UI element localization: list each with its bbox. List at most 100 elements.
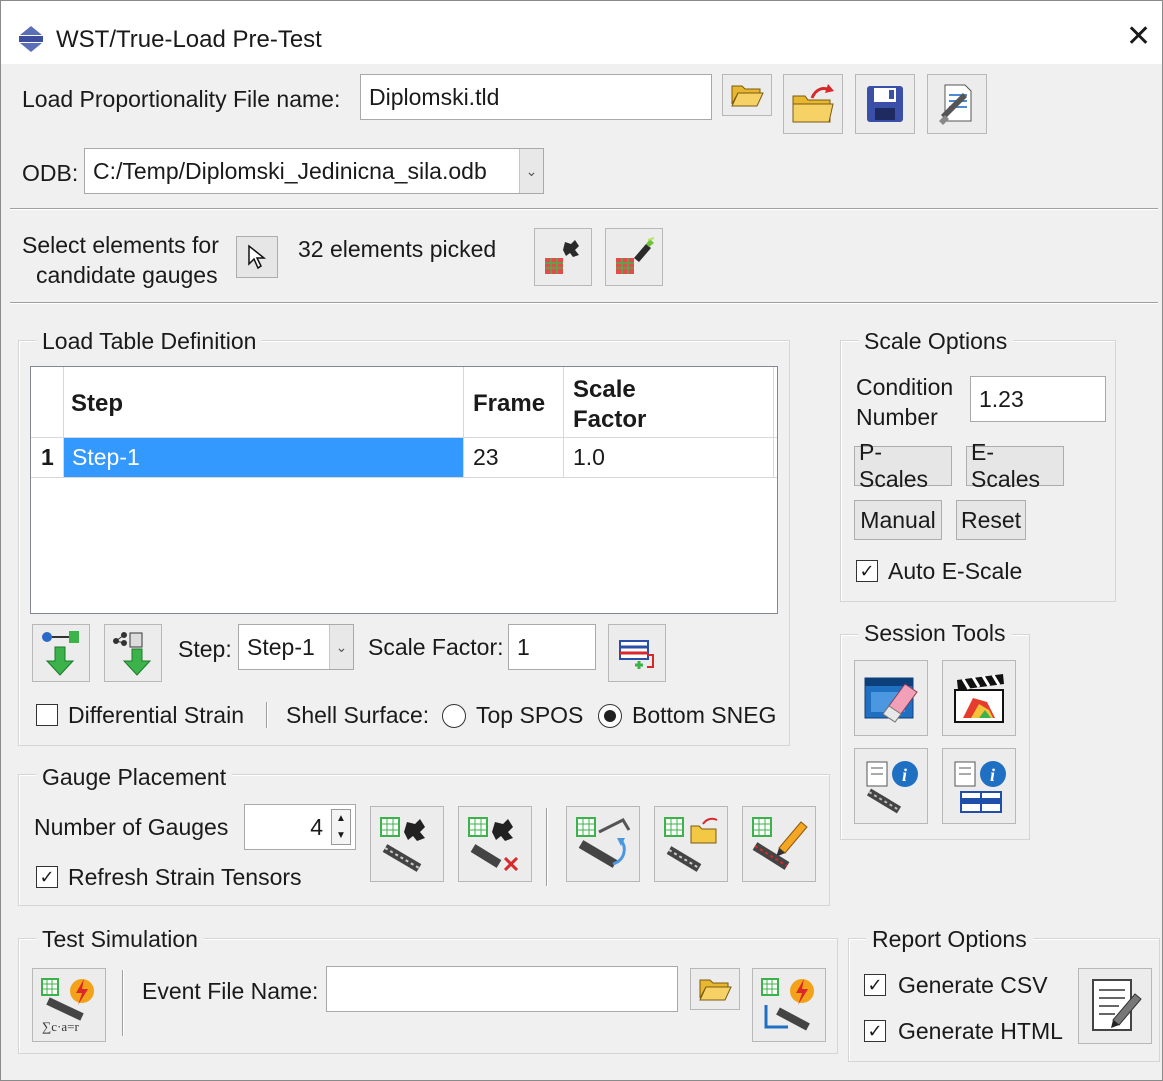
pick-elements-button[interactable] <box>236 236 278 278</box>
separator <box>546 808 548 886</box>
load-table[interactable]: Step Frame Scale Factor 1 Step-1 23 1.0 <box>30 366 778 614</box>
refresh-strain-checkbox[interactable]: ✓ <box>36 866 58 888</box>
file-name-label: Load Proportionality File name: <box>22 86 341 112</box>
generate-report-button[interactable] <box>1078 968 1152 1044</box>
table-row[interactable]: 1 Step-1 23 1.0 <box>31 438 777 477</box>
p-scales-button[interactable]: P-Scales <box>854 439 952 492</box>
browse-file-button[interactable] <box>722 74 772 116</box>
generate-html-checkbox[interactable]: ✓ <box>864 1020 886 1042</box>
generate-csv-checkbox[interactable]: ✓ <box>864 974 886 996</box>
edit-gauges-button[interactable] <box>742 806 816 882</box>
event-file-label: Event File Name: <box>142 978 319 1004</box>
simulate-axes-icon <box>758 975 820 1035</box>
test-simulation-title: Test Simulation <box>36 926 204 953</box>
save-disk-icon <box>865 84 905 124</box>
e-scales-button[interactable]: E-Scales <box>966 439 1064 492</box>
top-spos-label: Top SPOS <box>476 702 584 728</box>
gauge-info-button[interactable]: i <box>854 748 928 824</box>
report-edit-icon <box>1087 976 1143 1036</box>
scale-factor-label: Scale Factor: <box>368 634 504 660</box>
remove-gauges-button[interactable] <box>458 806 532 882</box>
differential-strain-checkbox[interactable] <box>36 704 58 726</box>
event-file-input[interactable] <box>326 966 678 1012</box>
place-gauges-button[interactable] <box>370 806 444 882</box>
session-tools-title: Session Tools <box>858 620 1012 647</box>
close-button[interactable]: ✕ <box>1126 22 1151 52</box>
highlight-elements-button[interactable] <box>605 228 663 286</box>
run-simulation-button[interactable]: ∑c·a=r <box>32 968 106 1042</box>
clear-settings-icon <box>935 81 979 127</box>
scale-factor-input[interactable]: 1 <box>508 624 596 670</box>
window-title: WST/True-Load Pre-Test <box>56 26 322 53</box>
export-gauges-button[interactable] <box>654 806 728 882</box>
gauge-export-icon <box>661 814 721 874</box>
chevron-down-icon: ⌄ <box>329 625 353 669</box>
number-of-gauges-value: 4 <box>310 813 323 840</box>
app-icon <box>16 24 46 54</box>
svg-text:∑c·a=r: ∑c·a=r <box>42 1019 79 1034</box>
step-label: Step: <box>178 636 232 662</box>
simulate-sum-icon: ∑c·a=r <box>38 975 100 1035</box>
bottom-sneg-label: Bottom SNEG <box>632 702 777 728</box>
clean-session-button[interactable] <box>854 660 928 736</box>
column-header-step[interactable]: Step <box>71 389 123 419</box>
top-spos-radio[interactable] <box>442 704 466 728</box>
odb-value: C:/Temp/Diplomski_Jedinicna_sila.odb <box>93 157 487 184</box>
svg-text:i: i <box>990 765 995 785</box>
add-all-steps-icon <box>110 629 156 677</box>
separator <box>10 208 1158 210</box>
table-add-icon <box>617 633 657 673</box>
browse-event-file-button[interactable] <box>690 968 740 1010</box>
animation-button[interactable] <box>942 660 1016 736</box>
open-folder-icon <box>698 976 732 1002</box>
simulate-event-button[interactable] <box>752 968 826 1042</box>
condition-label-line2: Number <box>856 404 938 430</box>
generate-html-label: Generate HTML <box>898 1018 1063 1044</box>
number-of-gauges-stepper[interactable]: 4 ▲ ▼ <box>244 804 356 850</box>
scale-factor-value: 1 <box>517 633 530 660</box>
table-info-button[interactable]: i <box>942 748 1016 824</box>
select-elements-label-line1: Select elements for <box>22 232 219 258</box>
separator <box>266 702 268 728</box>
file-name-value: Diplomski.tld <box>369 83 500 110</box>
chevron-down-icon: ⌄ <box>519 149 543 193</box>
add-all-steps-button[interactable] <box>104 624 162 682</box>
clear-settings-button[interactable] <box>927 74 987 134</box>
column-header-scale-line1[interactable]: Scale <box>573 375 636 405</box>
odb-select[interactable]: C:/Temp/Diplomski_Jedinicna_sila.odb ⌄ <box>84 148 544 194</box>
add-step-button[interactable] <box>32 624 90 682</box>
gauge-placement-title: Gauge Placement <box>36 764 233 791</box>
export-file-button[interactable] <box>783 74 843 134</box>
column-header-scale-line2[interactable]: Factor <box>573 405 646 435</box>
auto-escale-label: Auto E-Scale <box>888 558 1023 584</box>
step-select[interactable]: Step-1 ⌄ <box>238 624 354 670</box>
bottom-sneg-radio[interactable] <box>598 704 622 728</box>
gauge-remove-icon <box>465 814 525 874</box>
load-table-title: Load Table Definition <box>36 328 263 355</box>
add-step-icon <box>39 629 83 677</box>
scale-options-title: Scale Options <box>858 328 1014 355</box>
save-file-button[interactable] <box>855 74 915 134</box>
rotate-gauges-button[interactable] <box>566 806 640 882</box>
condition-label-line1: Condition <box>856 374 954 400</box>
export-folder-icon <box>790 82 836 126</box>
pick-arrow-icon <box>245 244 269 270</box>
manual-button[interactable]: Manual <box>854 500 942 540</box>
add-table-row-button[interactable] <box>608 624 666 682</box>
row-frame: 23 <box>473 444 499 470</box>
refresh-strain-label: Refresh Strain Tensors <box>68 864 302 890</box>
gauge-info-icon: i <box>861 756 921 816</box>
reset-button[interactable]: Reset <box>956 500 1026 540</box>
gauge-place-icon <box>377 814 437 874</box>
differential-strain-label: Differential Strain <box>68 702 244 728</box>
condition-number-value: 1.23 <box>979 385 1024 412</box>
shell-surface-label: Shell Surface: <box>286 702 430 728</box>
step-select-value: Step-1 <box>247 633 315 660</box>
gauge-rotate-icon <box>573 814 633 874</box>
show-elements-button[interactable] <box>534 228 592 286</box>
spin-arrows-icon[interactable]: ▲ ▼ <box>331 809 351 845</box>
selected-cell[interactable]: Step-1 <box>64 438 463 477</box>
auto-escale-checkbox[interactable]: ✓ <box>856 560 878 582</box>
column-header-frame[interactable]: Frame <box>473 389 545 419</box>
file-name-input[interactable]: Diplomski.tld <box>360 74 712 120</box>
